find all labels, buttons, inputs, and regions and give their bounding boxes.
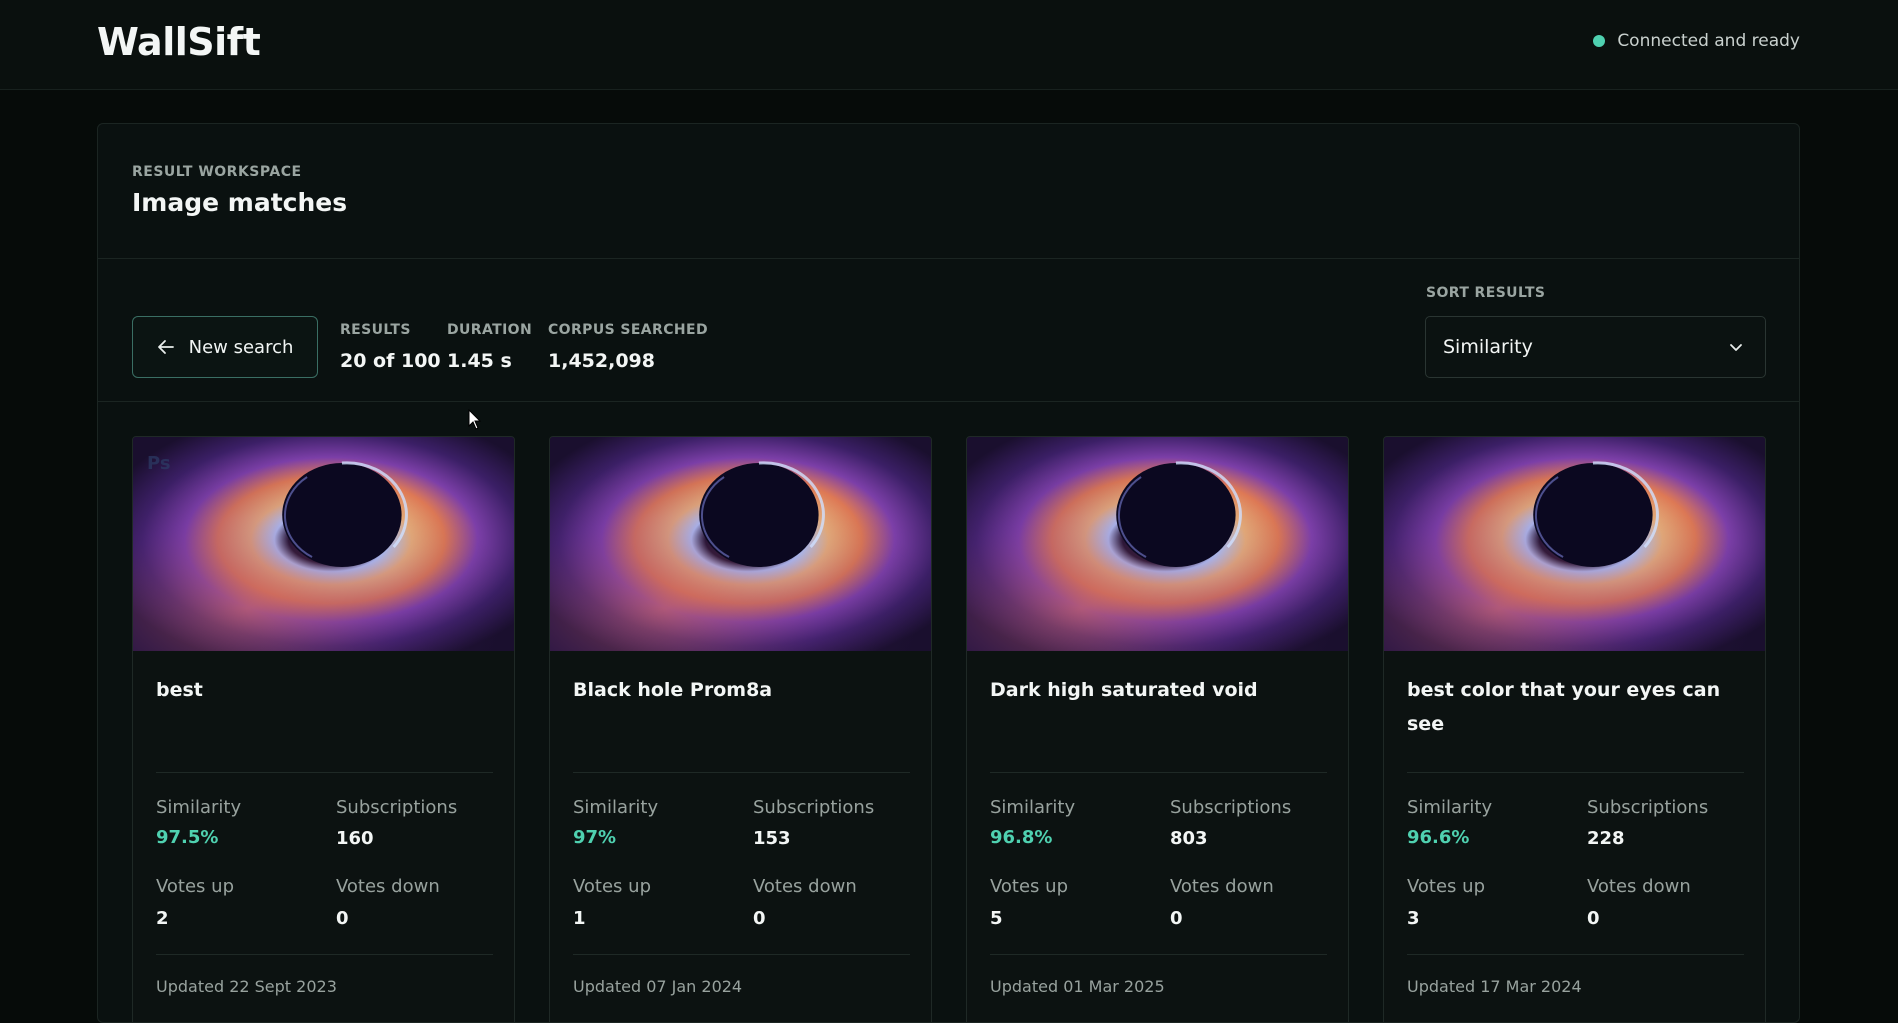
black-hole-thumbnail[interactable] [1384, 437, 1765, 651]
similarity-label: Similarity [1407, 797, 1493, 818]
arrow-left-icon [157, 340, 174, 354]
results-toolbar: New search RESULTS 20 of 100 DURATION 1.… [98, 259, 1799, 402]
stat-corpus-label: CORPUS SEARCHED [548, 322, 708, 338]
votes-up-label: Votes up [990, 876, 1068, 897]
similarity-value: 97% [573, 827, 617, 848]
card-divider [990, 954, 1327, 955]
connection-status: Connected and ready [1593, 31, 1800, 51]
subscriptions-label: Subscriptions [336, 797, 458, 818]
result-card[interactable]: Black hole Prom8a Similarity 97% Subscri… [549, 436, 932, 1022]
stat-corpus-value: 1,452,098 [548, 350, 655, 372]
card-title: Black hole Prom8a [573, 679, 773, 701]
card-divider [573, 772, 910, 773]
votes-down-value: 0 [1170, 908, 1183, 929]
card-title: best color that your eyes can see [1407, 679, 1721, 735]
sort-results-label: SORT RESULTS [1426, 285, 1546, 301]
votes-up-value: 2 [156, 908, 169, 929]
similarity-value: 97.5% [156, 827, 219, 848]
stat-duration-value: 1.45 s [447, 350, 512, 372]
stat-duration: DURATION 1.45 s [447, 322, 532, 372]
votes-up-label: Votes up [1407, 876, 1485, 897]
top-bar: WallSift Connected and ready [0, 0, 1898, 90]
votes-down-label: Votes down [1587, 876, 1691, 897]
page-title: Image matches [132, 188, 348, 217]
status-text: Connected and ready [1617, 31, 1800, 51]
black-hole-thumbnail[interactable] [550, 437, 931, 651]
similarity-label: Similarity [156, 797, 242, 818]
votes-up-value: 5 [990, 908, 1003, 929]
subscriptions-label: Subscriptions [1170, 797, 1292, 818]
votes-up-value: 3 [1407, 908, 1420, 929]
subscriptions-value: 228 [1587, 828, 1625, 849]
votes-down-label: Votes down [753, 876, 857, 897]
black-hole-thumbnail[interactable] [133, 437, 514, 651]
result-card[interactable]: best color that your eyes can see Simila… [1383, 436, 1766, 1022]
similarity-label: Similarity [573, 797, 659, 818]
mouse-cursor-icon [468, 409, 482, 430]
subscriptions-label: Subscriptions [1587, 797, 1709, 818]
similarity-label: Similarity [990, 797, 1076, 818]
subscriptions-value: 160 [336, 828, 374, 849]
votes-down-label: Votes down [336, 876, 440, 897]
result-card[interactable]: Dark high saturated void Similarity 96.8… [966, 436, 1349, 1022]
votes-down-label: Votes down [1170, 876, 1274, 897]
votes-up-value: 1 [573, 908, 586, 929]
card-divider [990, 772, 1327, 773]
similarity-value: 96.8% [990, 827, 1053, 848]
app-logo[interactable]: WallSift [97, 20, 261, 64]
card-title: Dark high saturated void [990, 679, 1258, 701]
updated-date: Updated 01 Mar 2025 [990, 977, 1165, 996]
black-hole-thumbnail[interactable] [967, 437, 1348, 651]
votes-down-value: 0 [1587, 908, 1600, 929]
card-divider [573, 954, 910, 955]
sort-select[interactable]: Similarity [1425, 316, 1766, 378]
workspace-eyebrow: RESULT WORKSPACE [132, 164, 302, 180]
stat-results: RESULTS 20 of 100 [340, 322, 441, 372]
card-divider [156, 954, 493, 955]
result-card[interactable]: Ps best Similarity 97.5% Subscriptions 1… [132, 436, 515, 1022]
card-divider [1407, 772, 1744, 773]
similarity-value: 96.6% [1407, 827, 1470, 848]
new-search-label: New search [188, 336, 294, 358]
card-divider [156, 772, 493, 773]
photoshop-badge-icon: Ps [147, 453, 171, 474]
votes-up-label: Votes up [573, 876, 651, 897]
panel-header: RESULT WORKSPACE Image matches [98, 124, 1799, 259]
updated-date: Updated 07 Jan 2024 [573, 977, 743, 996]
subscriptions-value: 153 [753, 828, 791, 849]
stat-results-label: RESULTS [340, 322, 411, 338]
subscriptions-label: Subscriptions [753, 797, 875, 818]
stat-duration-label: DURATION [447, 322, 533, 338]
subscriptions-value: 803 [1170, 828, 1208, 849]
votes-down-value: 0 [753, 908, 766, 929]
updated-date: Updated 22 Sept 2023 [156, 977, 337, 996]
card-title: best [156, 679, 203, 701]
status-dot-icon [1593, 35, 1606, 47]
sort-select-value: Similarity [1443, 336, 1533, 358]
result-workspace-panel: RESULT WORKSPACE Image matches New searc… [97, 123, 1800, 1023]
new-search-button[interactable]: New search [132, 316, 318, 378]
card-divider [1407, 954, 1744, 955]
stat-results-value: 20 of 100 [340, 350, 441, 372]
votes-down-value: 0 [336, 908, 349, 929]
votes-up-label: Votes up [156, 876, 234, 897]
chevron-down-icon [1730, 344, 1742, 351]
updated-date: Updated 17 Mar 2024 [1407, 977, 1582, 996]
stat-corpus: CORPUS SEARCHED 1,452,098 [548, 322, 708, 372]
